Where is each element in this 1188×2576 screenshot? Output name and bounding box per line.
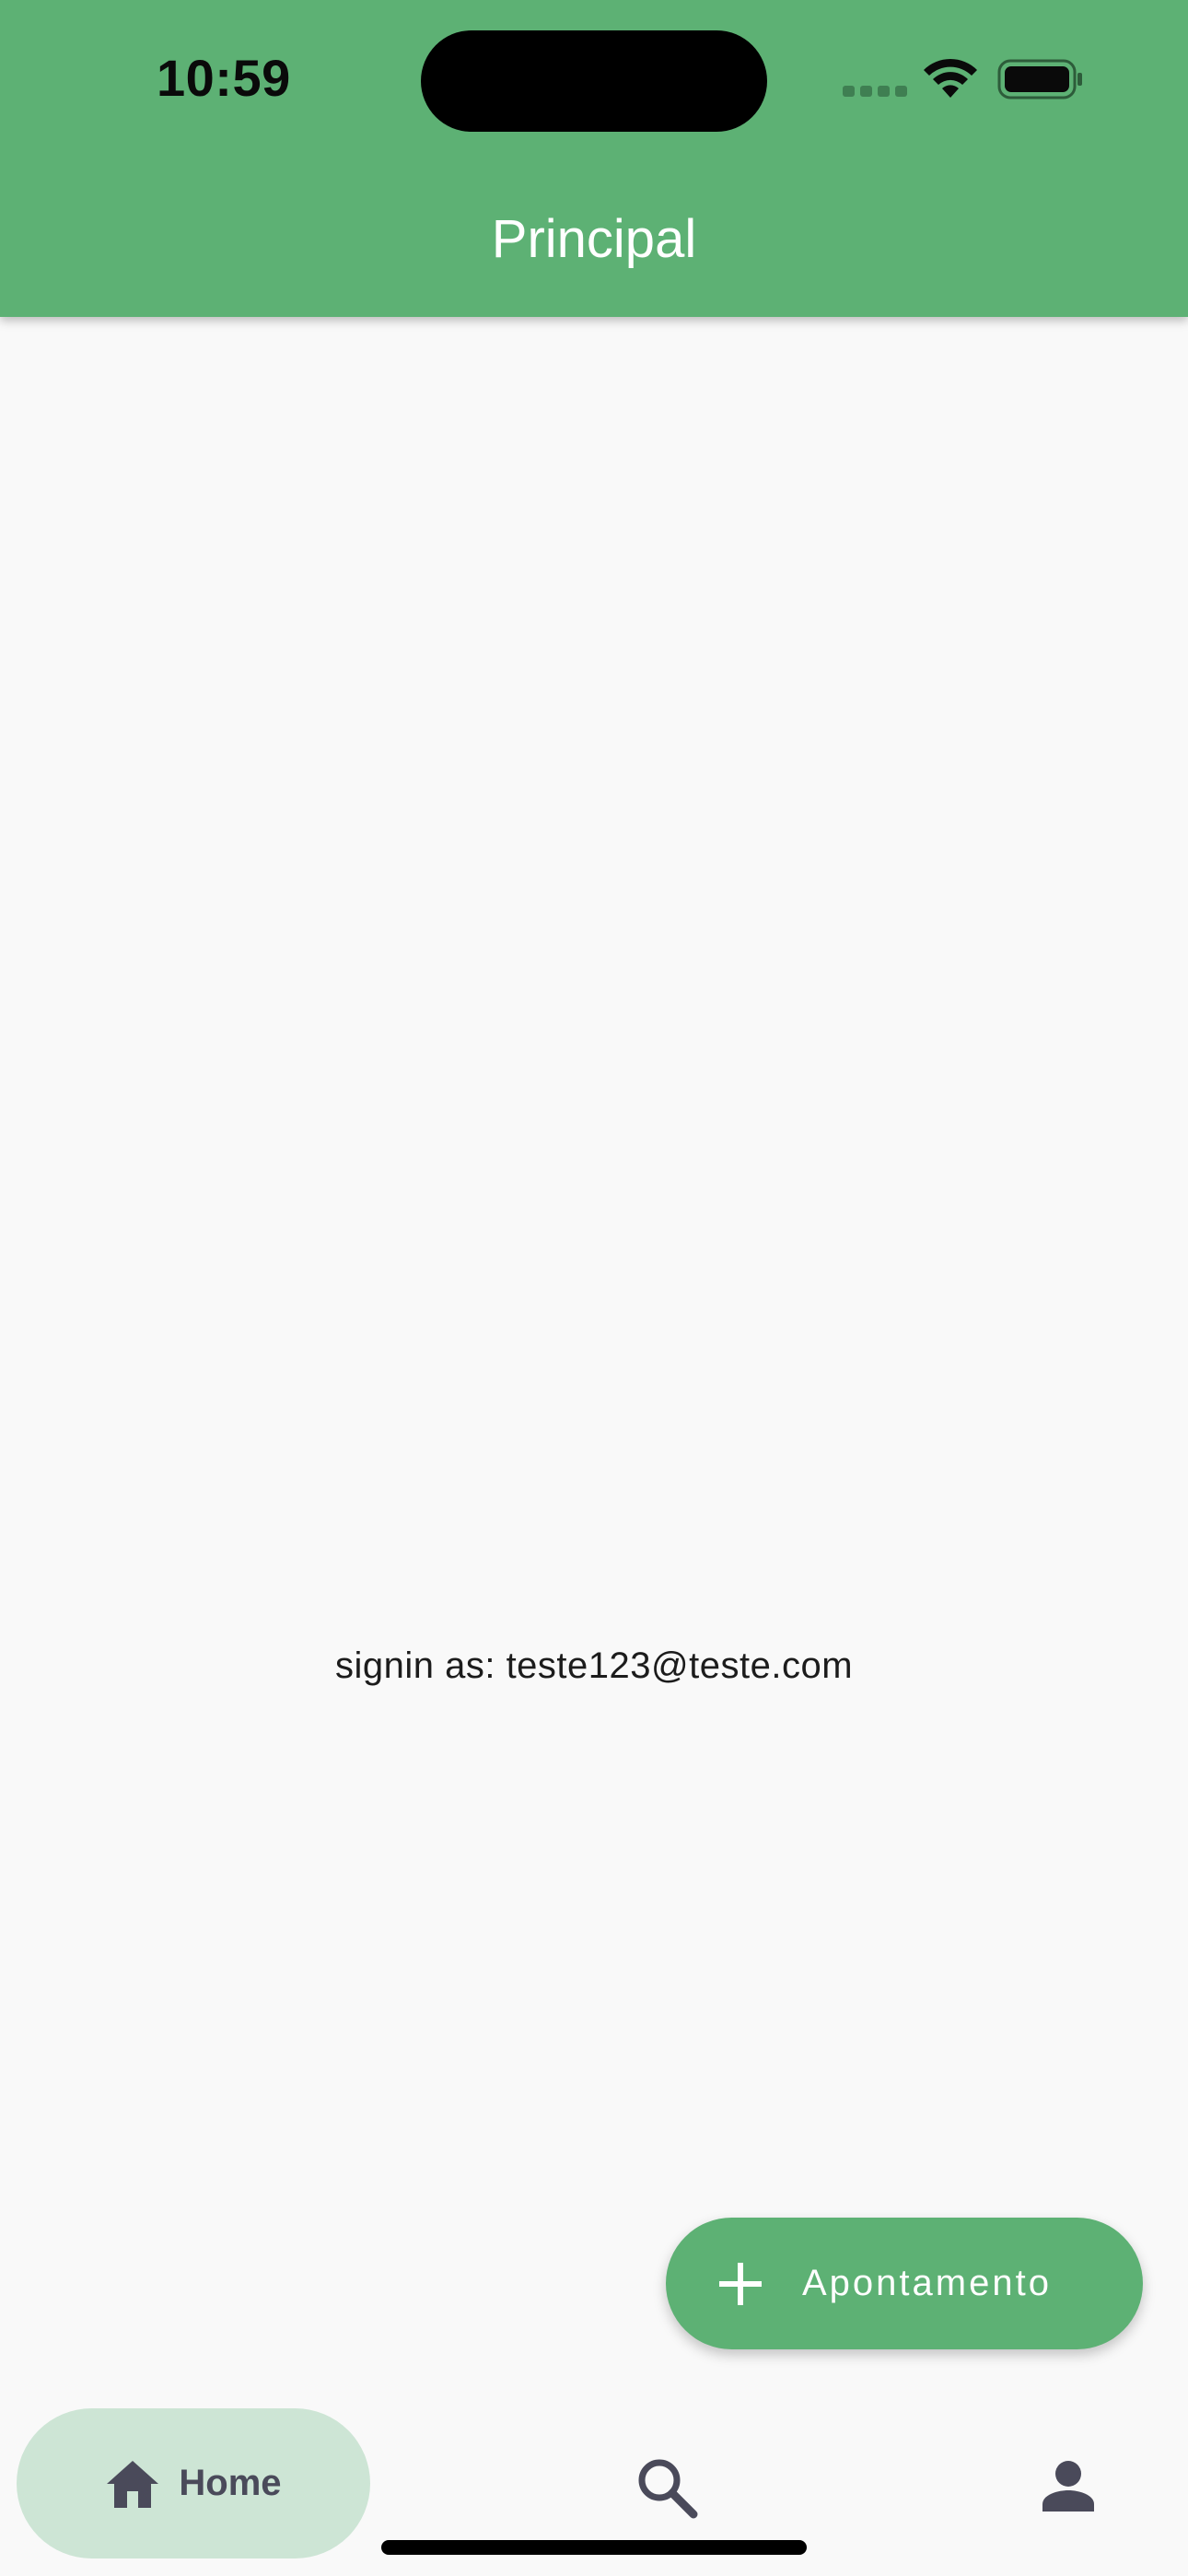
dynamic-island xyxy=(421,30,767,132)
app-bar: 10:59 Principal xyxy=(0,0,1188,317)
page-title: Principal xyxy=(491,209,697,269)
search-icon[interactable] xyxy=(635,2456,698,2519)
main-content: signin as: teste123@teste.com xyxy=(0,317,1188,2408)
status-time: 10:59 xyxy=(157,49,291,107)
nav-item-home-label: Home xyxy=(179,2463,282,2503)
cellular-signal-icon xyxy=(843,86,907,99)
fab-label: Apontamento xyxy=(802,2263,1052,2303)
signin-status-text: signin as: teste123@teste.com xyxy=(334,1645,854,1686)
plus-icon xyxy=(719,2262,762,2305)
person-icon[interactable] xyxy=(1041,2458,1096,2513)
home-icon xyxy=(107,2460,159,2508)
wifi-icon xyxy=(924,58,977,98)
home-indicator xyxy=(381,2540,807,2555)
battery-icon xyxy=(997,59,1082,100)
add-apontamento-button[interactable]: Apontamento xyxy=(666,2218,1143,2349)
nav-item-home[interactable]: Home xyxy=(17,2408,370,2558)
